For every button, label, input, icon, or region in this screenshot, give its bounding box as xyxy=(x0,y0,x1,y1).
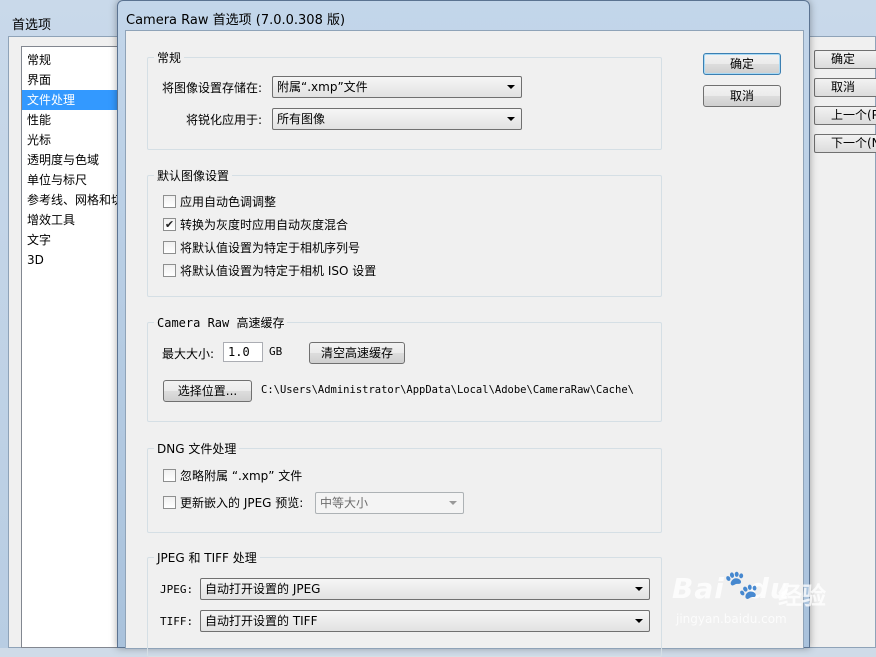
ignore-sidecar-label: 忽略附属 “.xmp” 文件 xyxy=(180,469,303,483)
sharpen-value: 所有图像 xyxy=(277,112,326,126)
category-item-general[interactable]: 常规 xyxy=(22,50,118,70)
tiff-label: TIFF: xyxy=(160,615,194,628)
preferences-window-title: 首选项 xyxy=(12,18,52,33)
cancel-button[interactable]: 取消 xyxy=(703,85,781,107)
category-item-plugins[interactable]: 增效工具 xyxy=(22,210,118,230)
general-group-legend: 常规 xyxy=(154,49,185,66)
save-settings-select[interactable]: 附属“.xmp”文件 xyxy=(272,76,522,98)
max-size-unit: GB xyxy=(269,345,283,358)
default-settings-group: 默认图像设置 应用自动色调调整 ✔ 转换为灰度时应用自动灰度混合 将默认值设置为… xyxy=(147,167,662,297)
preferences-cancel-button[interactable]: 取消 xyxy=(814,78,876,97)
category-item-transparency[interactable]: 透明度与色域 xyxy=(22,150,118,170)
save-settings-value: 附属“.xmp”文件 xyxy=(277,80,368,94)
auto-grayscale-checkbox[interactable]: ✔ xyxy=(163,218,176,231)
category-item-interface[interactable]: 界面 xyxy=(22,70,118,90)
cache-path: C:\Users\Administrator\AppData\Local\Ado… xyxy=(261,384,634,396)
ignore-sidecar-checkbox[interactable] xyxy=(163,469,176,482)
preferences-prev-button[interactable]: 上一个(P xyxy=(814,106,876,125)
preferences-category-list[interactable]: 常规 界面 文件处理 性能 光标 透明度与色域 单位与标尺 参考线、网格和切 增… xyxy=(21,46,119,648)
chevron-down-icon xyxy=(507,117,515,121)
max-size-input[interactable]: 1.0 xyxy=(223,342,263,362)
category-item-performance[interactable]: 性能 xyxy=(22,110,118,130)
tiff-handling-select[interactable]: 自动打开设置的 TIFF xyxy=(200,610,650,632)
preview-size-select[interactable]: 中等大小 xyxy=(315,492,464,514)
serial-number-checkbox[interactable] xyxy=(163,241,176,254)
auto-tone-label: 应用自动色调调整 xyxy=(180,195,277,209)
category-item-guides-grid[interactable]: 参考线、网格和切 xyxy=(22,190,118,210)
dng-group: DNG 文件处理 忽略附属 “.xmp” 文件 更新嵌入的 JPEG 预览: 中… xyxy=(147,440,662,533)
save-settings-label: 将图像设置存储在: xyxy=(162,81,263,95)
update-preview-label: 更新嵌入的 JPEG 预览: xyxy=(180,496,304,510)
auto-grayscale-label: 转换为灰度时应用自动灰度混合 xyxy=(180,218,349,232)
category-item-3d[interactable]: 3D xyxy=(22,250,118,270)
jpeg-tiff-group: JPEG 和 TIFF 处理 JPEG: 自动打开设置的 JPEG TIFF: … xyxy=(147,549,662,657)
preferences-ok-button[interactable]: 确定 xyxy=(814,50,876,69)
auto-tone-checkbox[interactable] xyxy=(163,195,176,208)
tiff-handling-value: 自动打开设置的 TIFF xyxy=(205,614,318,628)
iso-checkbox[interactable] xyxy=(163,264,176,277)
category-item-file-handling[interactable]: 文件处理 xyxy=(22,90,118,110)
jpeg-handling-select[interactable]: 自动打开设置的 JPEG xyxy=(200,578,650,600)
update-preview-checkbox[interactable] xyxy=(163,496,176,509)
jpeg-handling-value: 自动打开设置的 JPEG xyxy=(205,582,321,596)
chevron-down-icon xyxy=(635,587,643,591)
category-item-cursors[interactable]: 光标 xyxy=(22,130,118,150)
chevron-down-icon xyxy=(635,619,643,623)
select-location-button[interactable]: 选择位置... xyxy=(163,380,252,402)
chevron-down-icon xyxy=(507,85,515,89)
cache-group: Camera Raw 高速缓存 最大大小: 1.0 GB 清空高速缓存 选择位置… xyxy=(147,314,662,422)
sharpen-select[interactable]: 所有图像 xyxy=(272,108,522,130)
chevron-down-icon xyxy=(449,501,457,505)
dng-group-legend: DNG 文件处理 xyxy=(154,440,240,457)
default-settings-legend: 默认图像设置 xyxy=(154,167,233,184)
general-group: 常规 将图像设置存储在: 附属“.xmp”文件 将锐化应用于: 所有图像 xyxy=(147,49,662,150)
serial-number-label: 将默认值设置为特定于相机序列号 xyxy=(180,241,361,255)
sharpen-label: 将锐化应用于: xyxy=(186,113,263,127)
jpeg-label: JPEG: xyxy=(160,583,194,596)
cache-group-legend: Camera Raw 高速缓存 xyxy=(154,314,288,331)
ok-button[interactable]: 确定 xyxy=(703,53,781,75)
max-size-label: 最大大小: xyxy=(162,347,215,361)
dialog-title: Camera Raw 首选项 (7.0.0.308 版) xyxy=(126,13,346,28)
purge-cache-button[interactable]: 清空高速缓存 xyxy=(309,342,405,364)
dialog-body: 常规 将图像设置存储在: 附属“.xmp”文件 将锐化应用于: 所有图像 确定 … xyxy=(125,30,804,657)
camera-raw-preferences-dialog: Camera Raw 首选项 (7.0.0.308 版) 常规 将图像设置存储在… xyxy=(117,0,810,657)
preferences-next-button[interactable]: 下一个(N xyxy=(814,134,876,153)
iso-label: 将默认值设置为特定于相机 ISO 设置 xyxy=(180,264,377,278)
category-item-units-rulers[interactable]: 单位与标尺 xyxy=(22,170,118,190)
category-item-type[interactable]: 文字 xyxy=(22,230,118,250)
preview-size-value: 中等大小 xyxy=(320,496,369,510)
jpeg-tiff-group-legend: JPEG 和 TIFF 处理 xyxy=(154,549,260,566)
